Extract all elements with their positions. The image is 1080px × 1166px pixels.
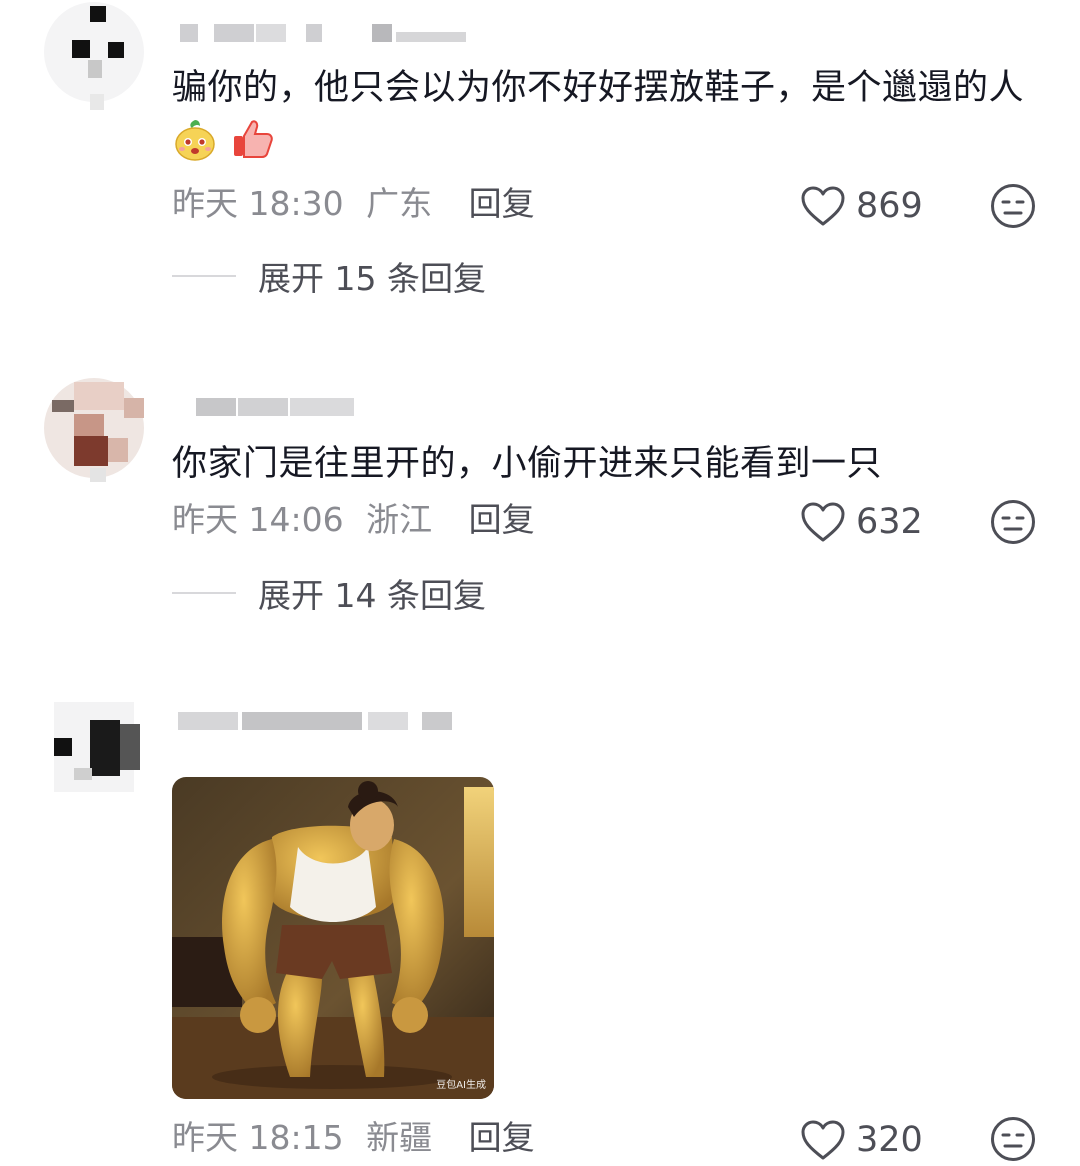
comment-text: 骗你的，他只会以为你不好好摆放鞋子，是个邋遢的人 [172, 60, 1042, 179]
username-blurred[interactable] [172, 706, 472, 736]
heart-outline-icon [801, 186, 845, 226]
comment-meta: 昨天 18:15 新疆 回复 [172, 1116, 535, 1160]
divider-line [172, 275, 236, 277]
avatar[interactable] [44, 378, 144, 482]
comment-text: 你家门是往里开的，小偷开进来只能看到一只 [172, 436, 1042, 492]
like-count: 320 [856, 1120, 923, 1160]
comment-location: 新疆 [366, 1118, 433, 1157]
dislike-button[interactable] [990, 183, 1036, 229]
neutral-face-icon [991, 184, 1035, 228]
reply-button[interactable]: 回复 [469, 184, 535, 223]
comment-meta: 昨天 18:30 广东 回复 [172, 182, 535, 226]
reply-button[interactable]: 回复 [469, 1118, 535, 1157]
like-count: 632 [856, 502, 923, 542]
comment-text-content: 骗你的，他只会以为你不好好摆放鞋子，是个邋遢的人 [172, 68, 1025, 108]
divider-line [172, 592, 236, 594]
comment-location: 浙江 [366, 500, 433, 539]
avatar[interactable] [44, 2, 144, 110]
expand-replies[interactable]: 展开 15 条回复 [172, 256, 486, 298]
dislike-button[interactable] [990, 499, 1036, 545]
expand-replies-label: 展开 15 条回复 [258, 259, 486, 298]
heart-outline-icon [801, 1120, 845, 1160]
muscular-woman-painting-image [172, 777, 494, 1099]
comment-time: 昨天 18:15 [172, 1118, 344, 1157]
comment-location: 广东 [366, 184, 433, 223]
like-button[interactable]: 632 [800, 500, 923, 544]
neutral-face-icon [991, 1117, 1035, 1161]
expand-replies-label: 展开 14 条回复 [258, 576, 486, 615]
comment-time: 昨天 18:30 [172, 184, 344, 223]
comment-image[interactable]: 豆包AI生成 [172, 777, 494, 1099]
comment-meta: 昨天 14:06 浙江 回复 [172, 498, 535, 542]
username-blurred[interactable] [172, 18, 472, 48]
avatar[interactable] [44, 702, 144, 802]
reply-button[interactable]: 回复 [469, 500, 535, 539]
like-button[interactable]: 869 [800, 184, 923, 228]
expand-replies[interactable]: 展开 14 条回复 [172, 573, 486, 615]
thumbs-up-emoji-icon [230, 116, 276, 179]
comment-text-content: 你家门是往里开的，小偷开进来只能看到一只 [172, 444, 883, 484]
mango-face-emoji-icon [172, 116, 218, 179]
image-watermark: 豆包AI生成 [436, 1080, 486, 1091]
heart-outline-icon [801, 502, 845, 542]
like-button[interactable]: 320 [800, 1118, 923, 1162]
like-count: 869 [856, 186, 923, 226]
comment-time: 昨天 14:06 [172, 500, 344, 539]
neutral-face-icon [991, 500, 1035, 544]
username-blurred[interactable] [172, 392, 372, 422]
dislike-button[interactable] [990, 1116, 1036, 1162]
